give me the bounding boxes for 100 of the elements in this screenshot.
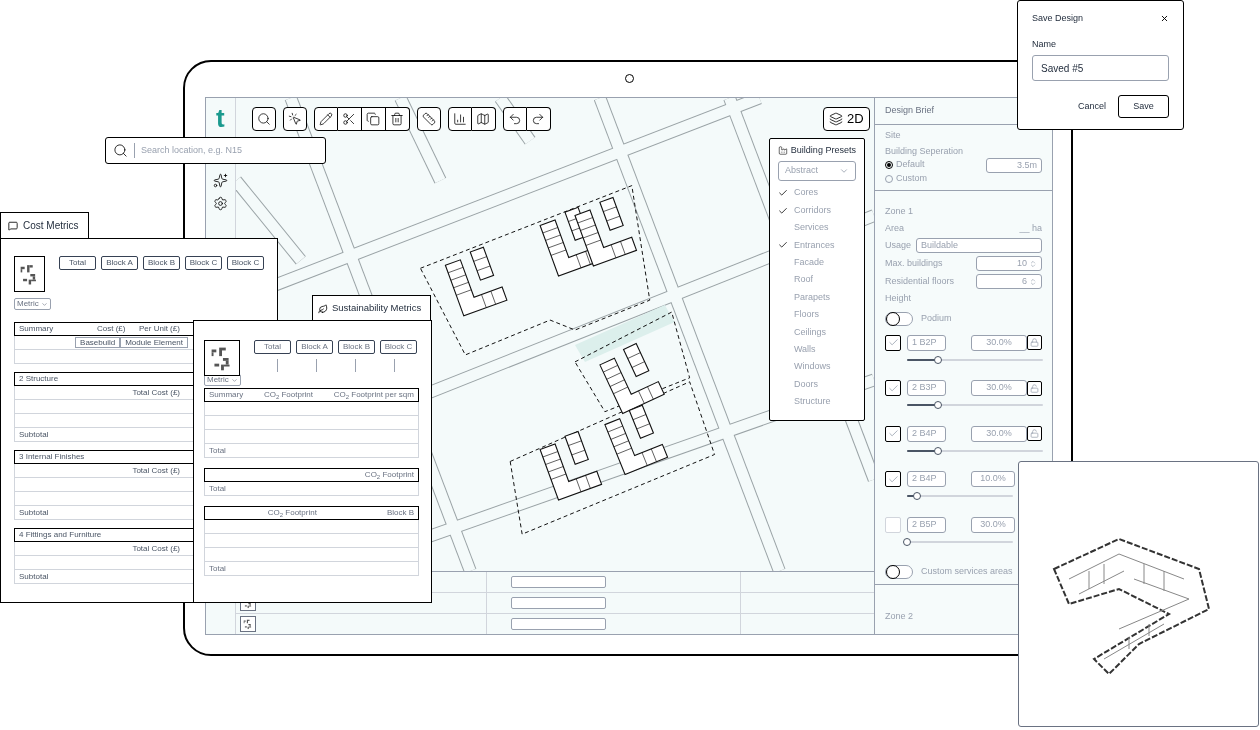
checkbox[interactable]	[885, 334, 901, 351]
save-button[interactable]: Save	[1118, 95, 1169, 118]
preset-item[interactable]: Cores	[777, 184, 856, 202]
toggle-switch[interactable]	[885, 311, 913, 326]
unit-type-field[interactable]: 2 B4P	[907, 425, 946, 442]
separation-field[interactable]: 3.5m	[986, 158, 1042, 173]
window-tab[interactable]: Sustainability Metrics	[312, 295, 431, 322]
metric-dropdown[interactable]: Metric	[14, 298, 51, 310]
logo[interactable]: t	[216, 105, 225, 131]
total-label: Total	[209, 562, 226, 575]
preset-item[interactable]: Facade	[777, 254, 856, 272]
stepper-icon	[1029, 259, 1037, 268]
slider-thumb[interactable]	[912, 492, 921, 500]
block-tab[interactable]: Total	[254, 340, 291, 354]
toolbar-button[interactable]	[251, 107, 276, 131]
toggle-switch[interactable]	[885, 565, 913, 579]
percentage-field[interactable]: 30.0%	[971, 380, 1027, 396]
percentage-field[interactable]: 10.0%	[971, 471, 1015, 487]
name-field[interactable]: Saved #5	[1032, 55, 1169, 81]
preset-item[interactable]: Windows	[777, 358, 856, 376]
percentage-field[interactable]: 30.0%	[971, 334, 1027, 351]
slider-track[interactable]	[907, 355, 1043, 364]
block-tab[interactable]: Block C	[185, 256, 222, 270]
number-field[interactable]: 10	[976, 256, 1042, 271]
input-field[interactable]	[510, 597, 606, 609]
checkbox[interactable]	[885, 471, 901, 487]
slider-thumb[interactable]	[934, 355, 943, 364]
unlocked-lock-icon	[1030, 383, 1039, 393]
total-label: Total	[209, 444, 226, 457]
preset-dropdown[interactable]: Abstract	[777, 160, 856, 181]
unit-type-field[interactable]: 1 B2P	[907, 334, 946, 351]
preset-item[interactable]: Entrances	[777, 236, 856, 255]
block-tab[interactable]: Block C	[227, 256, 264, 270]
slider-thumb[interactable]	[934, 446, 943, 455]
toolbar-button[interactable]	[361, 107, 386, 131]
toolbar-button[interactable]	[385, 107, 410, 131]
percentage-field[interactable]: 30.0%	[971, 516, 1015, 533]
block-tab[interactable]: Block C	[380, 340, 417, 354]
preset-item[interactable]: Corridors	[777, 201, 856, 220]
percentage-field[interactable]: 30.0%	[971, 425, 1027, 442]
search-field[interactable]: Search location, e.g. N15	[105, 137, 326, 164]
sub-tab[interactable]: Basebuild	[75, 337, 121, 348]
preset-item[interactable]: Doors	[777, 375, 856, 394]
section-heading: Site	[885, 129, 902, 142]
toolbar-button[interactable]	[502, 107, 527, 131]
toolbar-button[interactable]	[471, 107, 496, 131]
section-title: 4 Fittings and Furniture	[19, 529, 102, 541]
preset-item[interactable]: Parapets	[777, 288, 856, 307]
lock-button[interactable]	[1027, 380, 1042, 396]
preset-item[interactable]: Roof	[777, 271, 856, 289]
slider-track[interactable]	[907, 401, 1043, 409]
block-tab[interactable]: Block B	[143, 256, 180, 270]
radio-label: Default	[896, 158, 925, 172]
preset-item[interactable]: Services	[777, 219, 856, 237]
column-header: Per Unit (£)	[139, 323, 180, 335]
radio-label: Custom	[896, 172, 927, 186]
toolbar-button[interactable]	[313, 107, 338, 131]
checkbox[interactable]	[885, 425, 901, 442]
preset-item[interactable]: Structure	[777, 393, 856, 411]
lock-button[interactable]	[1027, 426, 1042, 441]
settings-icon[interactable]	[212, 196, 228, 211]
column-header: CO$_{2}$ Footprint	[364, 469, 414, 481]
input-field[interactable]	[510, 618, 606, 630]
preset-item[interactable]: Floors	[777, 306, 856, 324]
toolbar-button[interactable]	[337, 107, 362, 131]
sub-tab[interactable]: Module Element	[120, 337, 188, 348]
input-field[interactable]	[510, 576, 606, 588]
slider-thumb[interactable]	[934, 401, 943, 409]
checkbox[interactable]	[885, 380, 901, 396]
radio-button[interactable]	[885, 161, 893, 169]
unit-type-field[interactable]: 2 B4P	[907, 471, 946, 487]
view-mode-button[interactable]: 2D	[822, 107, 870, 131]
cancel-button[interactable]: Cancel	[1078, 99, 1106, 114]
lock-button[interactable]	[1027, 335, 1042, 350]
block-tab[interactable]: Block B	[338, 340, 375, 354]
sparkles-icon[interactable]	[212, 173, 228, 188]
number-field[interactable]: 6	[976, 274, 1042, 289]
unit-type-field[interactable]: 2 B3P	[907, 380, 946, 396]
toolbar-button[interactable]	[447, 107, 472, 131]
block-tab[interactable]: Block A	[101, 256, 138, 270]
preset-item[interactable]: Ceilings	[777, 323, 856, 341]
window-tab[interactable]: Cost Metrics	[0, 212, 89, 239]
metric-dropdown[interactable]: Metric	[204, 374, 241, 386]
block-tab[interactable]: Total	[59, 256, 96, 270]
block-tab[interactable]: Block A	[296, 340, 333, 354]
close-icon[interactable]	[1160, 14, 1169, 24]
toolbar-button[interactable]	[526, 107, 551, 131]
toolbar-button[interactable]	[416, 107, 441, 131]
preset-item[interactable]: Walls	[777, 341, 856, 359]
buildings-drawing[interactable]	[444, 196, 669, 501]
slider-thumb[interactable]	[903, 537, 911, 546]
field-label: Height	[885, 292, 912, 305]
toolbar-button[interactable]	[282, 107, 307, 131]
usage-field[interactable]: Buildable	[916, 238, 1042, 253]
site-boundary-drawing[interactable]	[419, 185, 715, 535]
slider-track[interactable]	[907, 492, 1013, 500]
section-title: 2 Structure	[19, 373, 59, 385]
subtotal-label: Subtotal	[19, 428, 49, 441]
slider-track[interactable]	[907, 446, 1043, 455]
unit-type-field[interactable]: 2 B5P	[907, 516, 946, 533]
